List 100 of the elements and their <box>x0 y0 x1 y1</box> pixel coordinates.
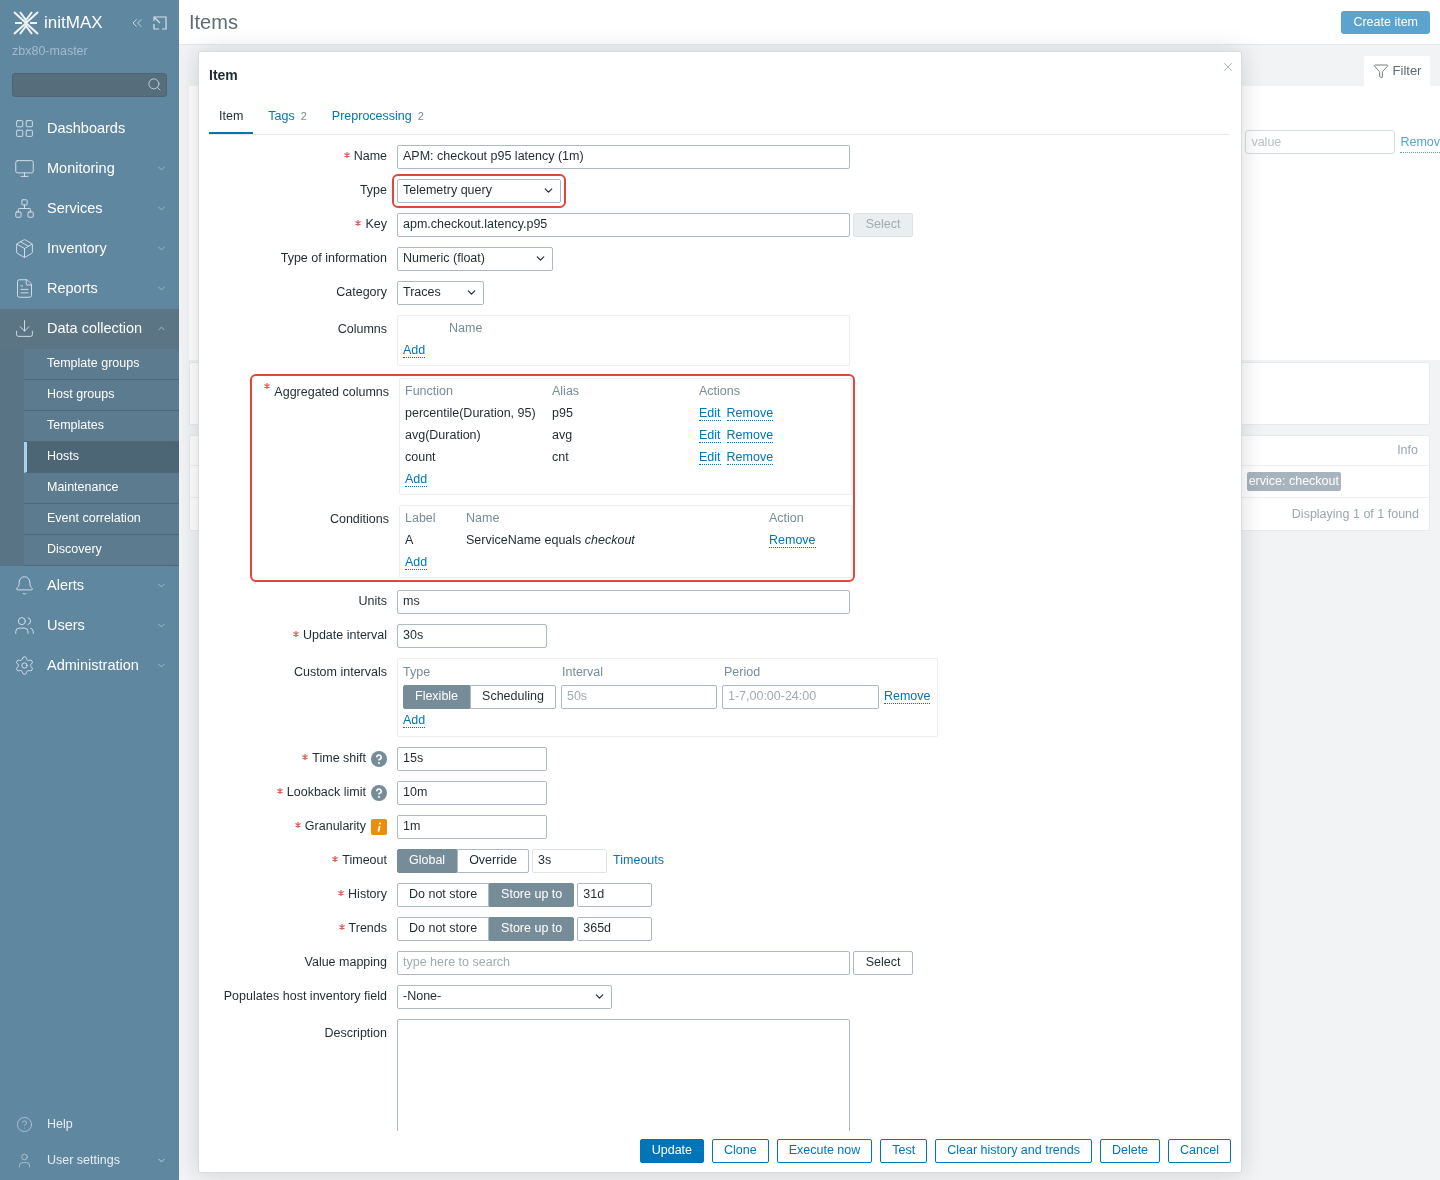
nav-subitem[interactable]: Maintenance <box>24 472 179 504</box>
action-link[interactable]: Remove <box>726 450 774 466</box>
dialog-tab[interactable]: Tags 2 <box>258 107 317 134</box>
results-count: Displaying 1 of 1 found <box>1291 505 1419 523</box>
nav-item[interactable]: Alerts <box>0 565 179 606</box>
required-icon <box>264 382 271 389</box>
action-link[interactable]: Edit <box>699 428 721 444</box>
select-button[interactable]: Select <box>853 950 913 975</box>
select-field[interactable]: Numeric (float) <box>397 246 553 271</box>
table-cell-text: avg(Duration) <box>405 427 482 445</box>
select-field[interactable]: -None- <box>397 984 612 1009</box>
nav-subitem[interactable]: Event correlation <box>24 503 179 535</box>
dialog-button[interactable]: Update <box>639 1138 705 1163</box>
field-label: Timeout <box>342 852 387 870</box>
segment-button[interactable]: Flexible <box>403 684 471 709</box>
input-field[interactable]: 10m <box>397 780 547 805</box>
nav-item[interactable]: Dashboards <box>0 108 179 149</box>
input-field[interactable]: ms <box>397 589 850 614</box>
kiosk-icon[interactable] <box>153 16 167 30</box>
action-link[interactable]: Remove <box>726 428 774 444</box>
dialog-title: Item <box>209 66 238 85</box>
nav-item[interactable]: Data collection <box>0 308 179 349</box>
dialog-button[interactable]: Delete <box>1099 1138 1161 1163</box>
download-icon <box>14 318 35 340</box>
package-icon <box>14 238 35 260</box>
brand-name: initMAX <box>44 12 103 35</box>
field-label: Granularity <box>304 818 366 836</box>
dialog-button[interactable]: Execute now <box>776 1138 873 1163</box>
bell-icon <box>14 575 35 597</box>
dialog-tab[interactable]: Preprocessing 2 <box>321 107 434 134</box>
column-header: Period <box>724 664 762 682</box>
select-field[interactable]: Traces <box>397 280 484 305</box>
input-field[interactable]: 31d <box>577 882 653 907</box>
nav-item[interactable]: User settings <box>0 1142 179 1178</box>
dialog-tab[interactable]: Item <box>209 107 254 134</box>
create-item-button[interactable]: Create item <box>1341 10 1430 34</box>
table-cell-text: percentile(Duration, 95) <box>405 405 537 423</box>
field-label: Aggregated columns <box>274 383 389 401</box>
help-icon[interactable] <box>371 784 387 801</box>
nav-item[interactable]: Monitoring <box>0 148 179 189</box>
column-header: Label <box>405 510 437 528</box>
field-label: Update interval <box>302 627 387 645</box>
required-icon <box>294 821 301 828</box>
nav-subitem[interactable]: Templates <box>24 410 179 442</box>
dialog-button[interactable]: Clone <box>712 1138 769 1163</box>
nav-subitem[interactable]: Discovery <box>24 534 179 566</box>
input-field[interactable]: 30s <box>397 623 547 648</box>
add-link[interactable]: Add <box>403 713 426 729</box>
nav-item[interactable]: Reports <box>0 268 179 309</box>
dialog-button[interactable]: Cancel <box>1168 1138 1231 1163</box>
input-field[interactable]: 1m <box>397 814 547 839</box>
dialog-button[interactable]: Clear history and trends <box>935 1138 1092 1163</box>
segment-button[interactable]: Store up to <box>489 916 575 941</box>
add-link[interactable]: Add <box>403 343 426 359</box>
field-label: Conditions <box>329 510 389 528</box>
search-field[interactable] <box>12 72 167 97</box>
users-icon <box>14 615 35 637</box>
field-label: Trends <box>348 920 387 938</box>
nav-item[interactable]: Inventory <box>0 228 179 269</box>
dialog-button[interactable]: Test <box>880 1138 928 1163</box>
table-cell-text: cnt <box>552 449 570 467</box>
add-link[interactable]: Add <box>405 555 428 571</box>
field-label: Value mapping <box>304 954 387 972</box>
column-header: Interval <box>562 664 604 682</box>
action-link[interactable]: Remove <box>726 406 774 422</box>
segment-button[interactable]: Store up to <box>489 882 575 907</box>
column-header: Name <box>449 320 484 338</box>
action-link[interactable]: Remove <box>769 533 816 549</box>
nav-item[interactable]: Administration <box>0 645 179 686</box>
select-field[interactable]: Telemetry query <box>397 178 561 203</box>
action-link[interactable]: Edit <box>699 406 721 422</box>
input-field[interactable]: APM: checkout p95 latency (1m) <box>397 144 850 169</box>
server-name: zbx80-master <box>11 43 89 60</box>
nav-subitem[interactable]: Hosts <box>24 441 179 473</box>
input-field[interactable]: 365d <box>577 916 653 941</box>
close-icon[interactable] <box>1221 60 1235 74</box>
add-link[interactable]: Add <box>405 472 428 488</box>
required-icon <box>332 855 339 862</box>
info-icon[interactable] <box>371 818 387 835</box>
field-label: Category <box>336 284 387 302</box>
field-label: Type <box>359 182 387 200</box>
remove-link[interactable]: Remov <box>1400 133 1440 153</box>
nav-item[interactable]: Help <box>0 1106 179 1142</box>
remove-link[interactable]: Remove <box>883 689 931 705</box>
nav-item[interactable]: Users <box>0 605 179 646</box>
user-icon <box>16 1151 33 1169</box>
column-header: Info <box>1397 442 1418 460</box>
nav-subitem[interactable]: Host groups <box>24 379 179 411</box>
input-field[interactable]: 15s <box>397 746 547 771</box>
segment-button[interactable]: Do not store <box>397 882 490 907</box>
filter-tab[interactable]: Filter <box>1364 56 1430 86</box>
column-header: Type <box>403 664 432 682</box>
required-icon <box>276 787 283 794</box>
nav-item[interactable]: Services <box>0 188 179 229</box>
description-field[interactable] <box>397 1018 850 1131</box>
segment-button[interactable]: Do not store <box>397 916 490 941</box>
segment-button[interactable]: Scheduling <box>470 684 556 709</box>
help-icon[interactable] <box>371 750 387 767</box>
action-link[interactable]: Edit <box>699 450 721 466</box>
nav-subitem[interactable]: Template groups <box>24 348 179 380</box>
